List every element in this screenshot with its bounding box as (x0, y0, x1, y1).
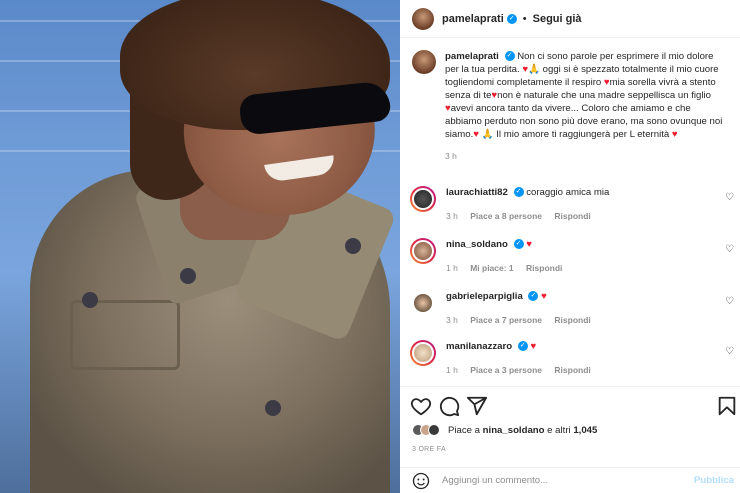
heart-emoji: ♥ (530, 341, 537, 352)
comment-likes[interactable]: Mi piace: 1 (470, 263, 513, 273)
commenter-avatar[interactable] (410, 340, 436, 366)
commenter-avatar[interactable] (410, 238, 436, 264)
caption-text: pamelaprati ✓ Non ci sono parole per esp… (445, 50, 725, 163)
comment-item: manilanazzaro ✓ ♥ 1 h Piace a 3 persone … (410, 340, 740, 375)
caption-part: non è naturale che una madre seppellisca… (497, 90, 711, 101)
photo-pocket (70, 300, 180, 370)
comment-likes[interactable]: Piace a 7 persone (470, 315, 542, 325)
post-actions-bar (400, 386, 740, 422)
verified-badge-icon: ✓ (517, 341, 528, 352)
comment-time: 1 h (446, 365, 458, 375)
bookmark-icon[interactable] (716, 395, 738, 417)
comment-time: 3 h (446, 211, 458, 221)
comment-username[interactable]: nina_soldano (446, 239, 508, 250)
reply-button[interactable]: Rispondi (526, 263, 562, 273)
post-date[interactable]: 3 ORE FA (412, 446, 446, 453)
heart-emoji: ♥ (526, 239, 532, 250)
comment-like-heart-icon[interactable]: ♡ (725, 192, 734, 203)
heart-icon[interactable] (410, 395, 432, 417)
comment-item: nina_soldano ✓ ♥ 1 h Mi piace: 1 Rispond… (410, 238, 740, 273)
verified-badge-icon: ✓ (528, 291, 539, 302)
reply-button[interactable]: Rispondi (554, 211, 590, 221)
comment-like-heart-icon[interactable]: ♡ (725, 296, 734, 307)
comment-time: 1 h (446, 263, 458, 273)
comment-icon[interactable] (438, 395, 460, 417)
caption-time: 3 h (445, 151, 457, 161)
commenter-avatar[interactable] (410, 186, 436, 212)
liker-avatar (428, 424, 440, 436)
heart-emoji: ♥ (541, 291, 547, 302)
jacket-button (265, 400, 281, 416)
comment-text: coraggio amica mia (526, 187, 610, 198)
publish-button[interactable]: Pubblica (694, 475, 734, 486)
author-username[interactable]: pamelaprati (442, 13, 504, 25)
heart-emoji: ♥ (671, 129, 678, 140)
separator-dot: • (522, 12, 527, 25)
likes-suffix: e altri (544, 424, 574, 436)
comment-username[interactable]: manilanazzaro (446, 341, 512, 352)
post-photo[interactable] (0, 0, 400, 493)
heart-emoji: ♥ (473, 129, 479, 140)
post-header: pamelaprati ✓ • Segui già (400, 0, 740, 38)
comment-item: gabrieleparpiglia ✓ ♥ 3 h Piace a 7 pers… (410, 290, 740, 325)
reply-button[interactable]: Rispondi (554, 365, 590, 375)
author-avatar[interactable] (412, 7, 434, 30)
emoji-icon[interactable] (412, 472, 430, 490)
caption-part: Il mio amore ti raggiungerà per L eterni… (493, 129, 672, 140)
add-comment-bar: Aggiungi un commento... Pubblica (400, 467, 740, 493)
comment-likes[interactable]: Piace a 8 persone (470, 211, 542, 221)
comment-like-heart-icon[interactable]: ♡ (725, 346, 734, 357)
likes-summary[interactable]: Piace a nina_soldano e altri 1,045 (412, 424, 597, 436)
author-avatar[interactable] (412, 50, 436, 74)
jacket-button (82, 292, 98, 308)
comment-username[interactable]: gabrieleparpiglia (446, 291, 523, 302)
verified-badge-icon: ✓ (513, 187, 524, 198)
pray-emoji: 🙏 (481, 129, 494, 140)
post-caption: pamelaprati ✓ Non ci sono parole per esp… (412, 50, 732, 163)
verified-badge-icon: ✓ (513, 239, 524, 250)
likes-user[interactable]: nina_soldano (483, 425, 545, 436)
likes-prefix: Piace a (448, 424, 483, 436)
comment-username[interactable]: laurachiatti82 (446, 187, 508, 198)
follow-button[interactable]: Segui già (533, 13, 582, 25)
verified-badge-icon: ✓ (506, 13, 517, 24)
verified-badge-icon: ✓ (504, 51, 515, 62)
pray-emoji: 🙏 (528, 64, 540, 75)
comment-input[interactable]: Aggiungi un commento... (442, 475, 694, 486)
jacket-button (180, 268, 196, 284)
post-side-panel: pamelaprati ✓ • Segui già pamelaprati ✓ … (400, 0, 740, 493)
reply-button[interactable]: Rispondi (554, 315, 590, 325)
share-icon[interactable] (466, 395, 488, 417)
likes-count[interactable]: 1,045 (573, 425, 597, 436)
comment-item: laurachiatti82 ✓ coraggio amica mia 3 h … (410, 186, 740, 221)
likes-text: Piace a nina_soldano e altri 1,045 (448, 425, 597, 436)
comment-time: 3 h (446, 315, 458, 325)
jacket-button (345, 238, 361, 254)
caption-username[interactable]: pamelaprati (445, 51, 499, 62)
comment-like-heart-icon[interactable]: ♡ (725, 244, 734, 255)
commenter-avatar[interactable] (410, 290, 436, 316)
comment-likes[interactable]: Piace a 3 persone (470, 365, 542, 375)
